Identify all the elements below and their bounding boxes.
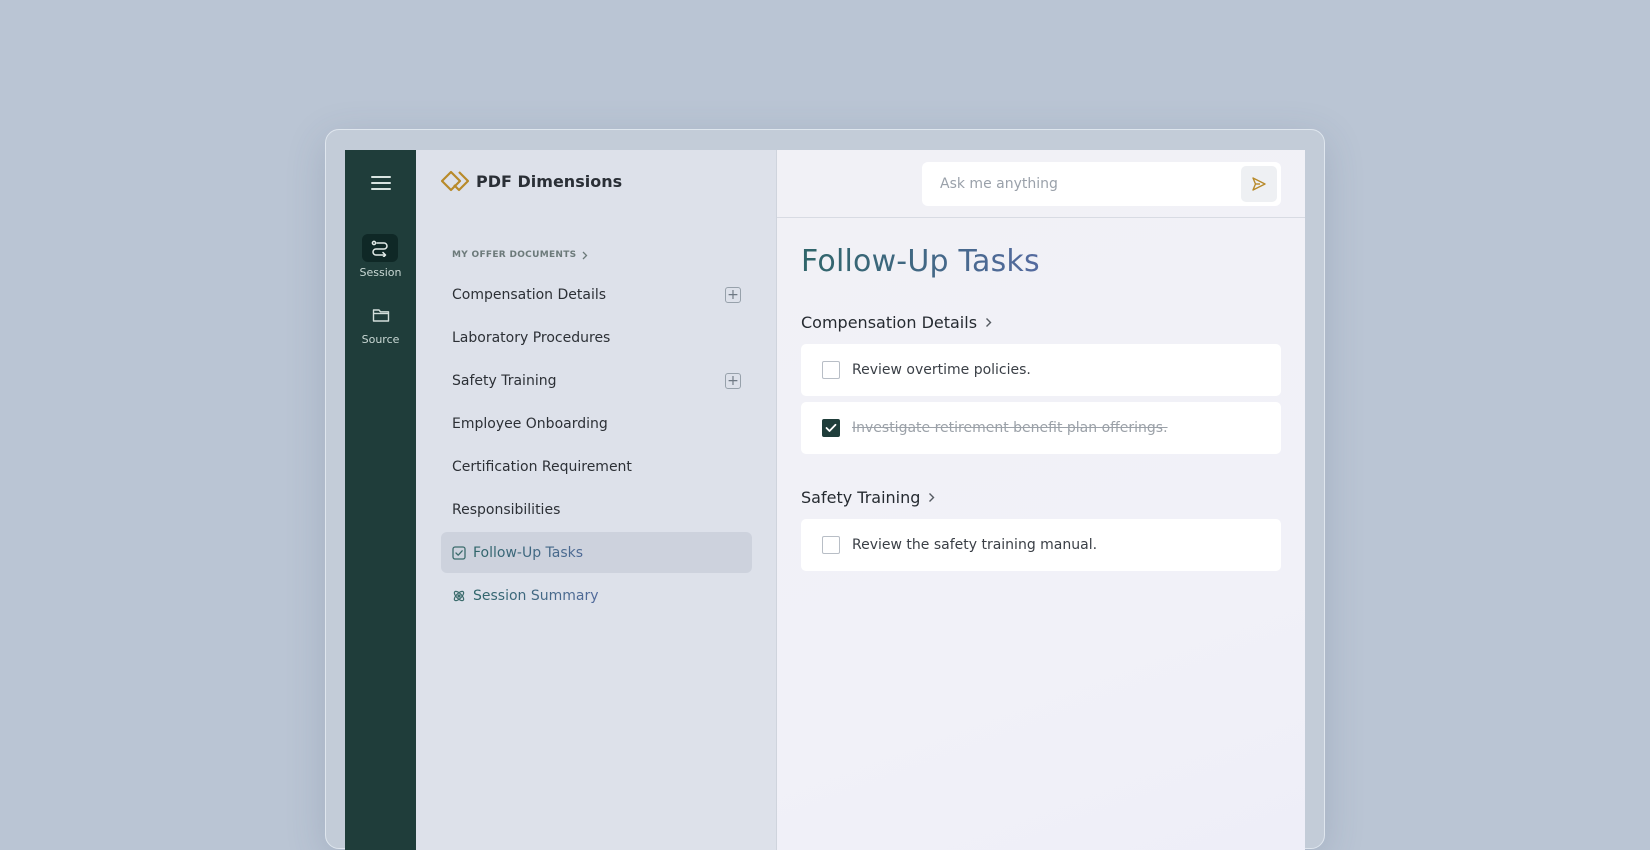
nav-item-employee-onboarding[interactable]: Employee Onboarding — [441, 403, 752, 444]
chevron-right-icon — [929, 493, 935, 502]
folder-icon — [363, 301, 399, 329]
nav-item-session-summary[interactable]: Session Summary — [441, 575, 752, 616]
nav-item-label: Session Summary — [473, 588, 741, 604]
task-section-safety-training: Safety Training Review the safety traini… — [801, 488, 1281, 571]
nav-item-label: Safety Training — [452, 372, 557, 389]
nav-item-label: Laboratory Procedures — [452, 329, 611, 346]
rail-item-session[interactable]: Session — [359, 234, 402, 279]
icon-rail: Session Source — [345, 150, 416, 850]
nav-item-follow-up-tasks[interactable]: Follow-Up Tasks — [441, 532, 752, 573]
nav-item-label: Certification Requirement — [452, 458, 632, 475]
expand-plus-icon[interactable]: + — [725, 286, 741, 303]
ask-input[interactable] — [938, 174, 1241, 193]
nav-item-label: Compensation Details — [452, 286, 607, 303]
task-row: Investigate retirement benefit plan offe… — [801, 402, 1281, 454]
task-checkbox-checked[interactable] — [822, 419, 840, 437]
session-icon — [362, 234, 399, 262]
tasks-content: Follow-Up Tasks Compensation Details Rev… — [777, 218, 1305, 571]
checkmark-icon — [825, 423, 837, 432]
atom-icon — [452, 589, 466, 603]
pdf-dimensions-logo-icon — [441, 170, 469, 192]
chevron-right-icon — [986, 318, 992, 327]
nav-item-safety-training[interactable]: Safety Training + — [441, 360, 752, 401]
task-text: Review the safety training manual. — [852, 537, 1098, 553]
section-header[interactable]: Safety Training — [801, 488, 1281, 507]
rail-item-source[interactable]: Source — [361, 301, 400, 346]
page-title: Follow-Up Tasks — [801, 244, 1281, 279]
expand-plus-icon[interactable]: + — [725, 372, 741, 389]
task-text: Investigate retirement benefit plan offe… — [852, 420, 1168, 436]
send-button[interactable] — [1241, 165, 1277, 202]
task-row: Review overtime policies. — [801, 344, 1281, 396]
nav-item-laboratory-procedures[interactable]: Laboratory Procedures — [441, 317, 752, 358]
nav-item-compensation-details[interactable]: Compensation Details + — [441, 274, 752, 315]
breadcrumb[interactable]: MY OFFER DOCUMENTS — [441, 250, 752, 260]
task-row: Review the safety training manual. — [801, 519, 1281, 571]
rail-item-label: Source — [361, 333, 400, 346]
document-nav-list: Compensation Details + Laboratory Proced… — [441, 274, 752, 616]
task-checkbox[interactable] — [822, 361, 840, 379]
main-content: Follow-Up Tasks Compensation Details Rev… — [777, 150, 1305, 850]
send-icon — [1252, 176, 1266, 191]
breadcrumb-label: MY OFFER DOCUMENTS — [452, 250, 577, 260]
section-title: Safety Training — [801, 488, 921, 507]
rail-item-label: Session — [359, 266, 402, 279]
nav-item-label: Employee Onboarding — [452, 415, 608, 432]
app-window: Session Source PDF Dimensions MY OFFER D… — [345, 150, 1305, 850]
section-header[interactable]: Compensation Details — [801, 313, 1281, 332]
nav-item-label: Follow-Up Tasks — [473, 545, 741, 561]
brand: PDF Dimensions — [441, 170, 752, 192]
checkbox-icon — [452, 545, 466, 560]
task-text: Review overtime policies. — [852, 362, 1031, 378]
document-nav-panel: PDF Dimensions MY OFFER DOCUMENTS Compen… — [416, 150, 777, 850]
ask-box — [922, 161, 1281, 206]
nav-item-certification-requirement[interactable]: Certification Requirement — [441, 446, 752, 487]
chevron-right-icon — [583, 251, 588, 259]
task-section-compensation-details: Compensation Details Review overtime pol… — [801, 313, 1281, 454]
hamburger-menu-icon[interactable] — [370, 176, 391, 190]
top-bar — [777, 150, 1305, 218]
section-title: Compensation Details — [801, 313, 978, 332]
brand-name: PDF Dimensions — [476, 171, 623, 191]
nav-item-label: Responsibilities — [452, 501, 561, 518]
task-checkbox[interactable] — [822, 536, 840, 554]
nav-item-responsibilities[interactable]: Responsibilities — [441, 489, 752, 530]
